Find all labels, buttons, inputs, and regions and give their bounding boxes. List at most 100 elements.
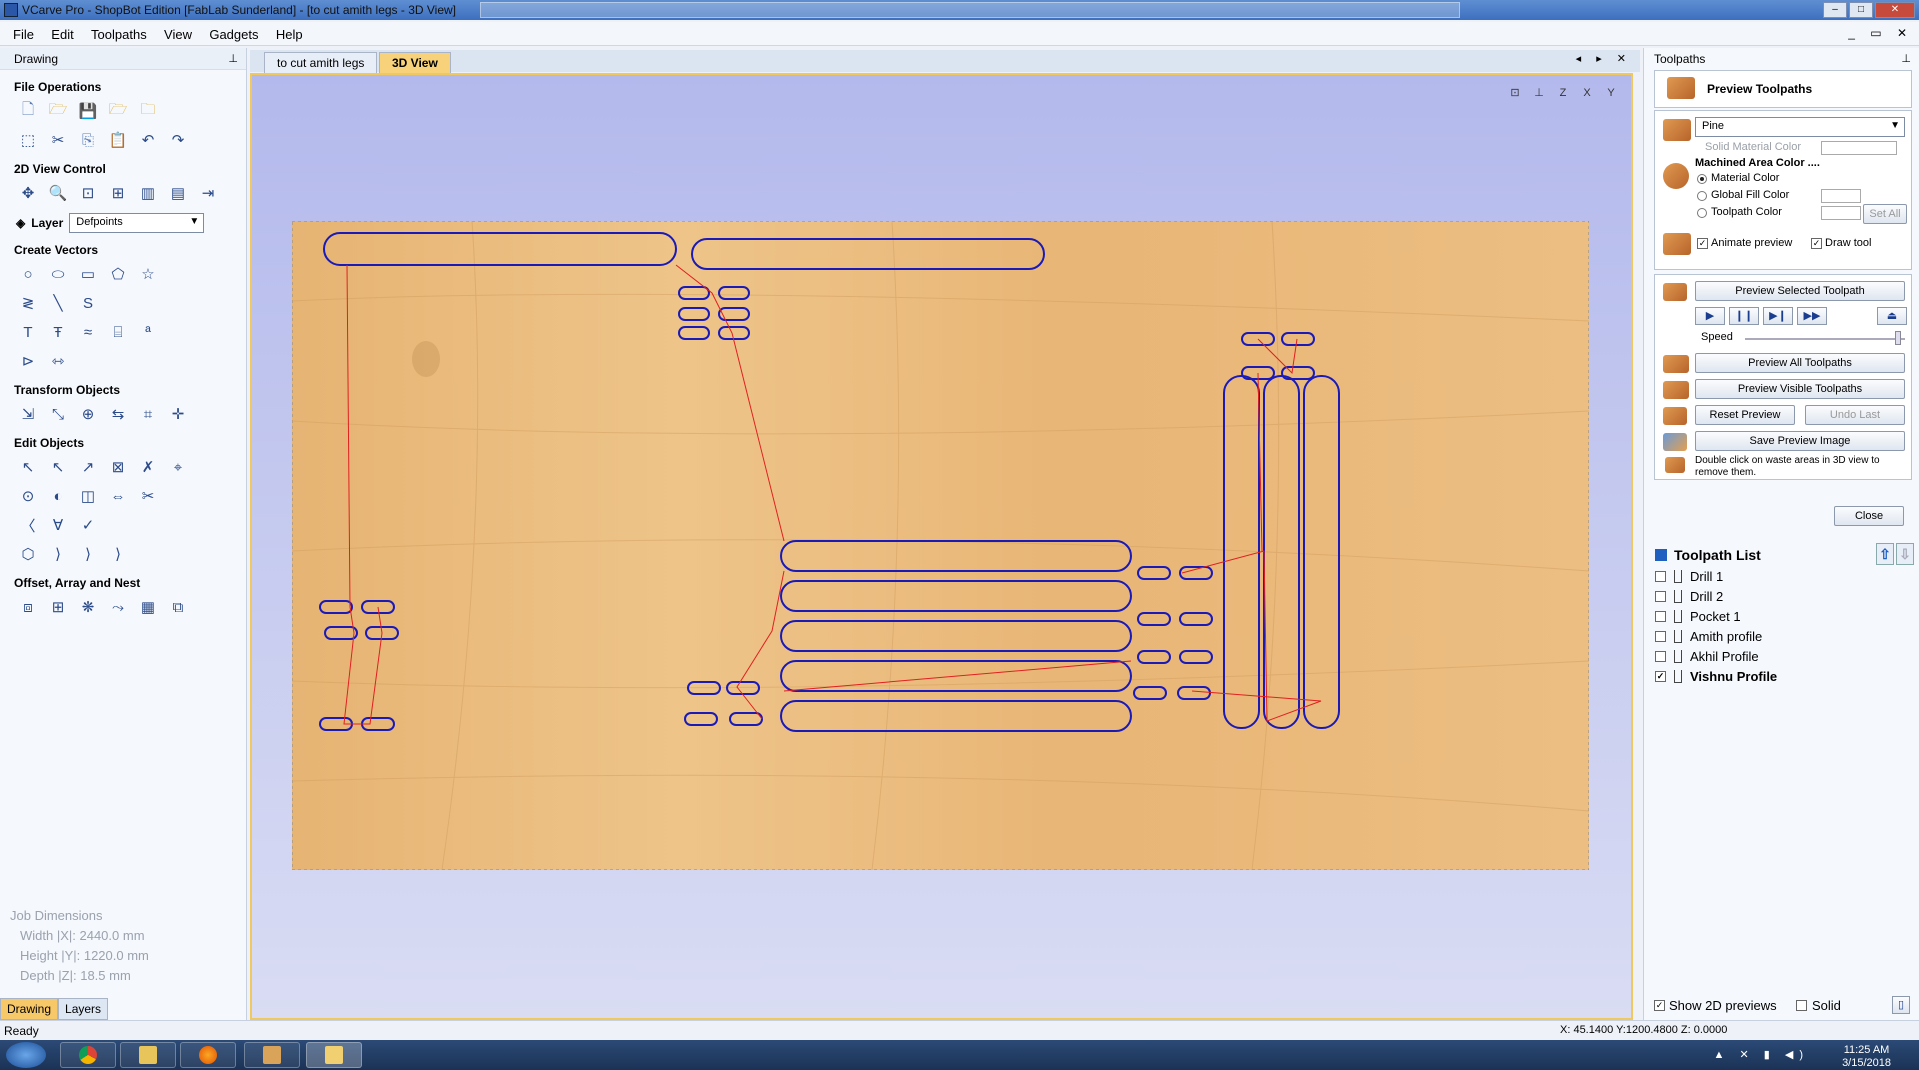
weld-icon[interactable]: ⊙ [16, 484, 40, 508]
toolpath-checkbox[interactable]: ✓ [1655, 671, 1666, 682]
import-bitmap-icon[interactable]: 🗀 [136, 99, 160, 123]
move-up-icon[interactable]: ⇧ [1876, 543, 1894, 565]
mdi-window-controls[interactable]: _ ▭ ✕ [1848, 26, 1913, 40]
pause-icon[interactable]: ❙❙ [1729, 307, 1759, 325]
measure-icon[interactable]: ⌖ [166, 455, 190, 479]
save-icon[interactable]: 💾 [76, 99, 100, 123]
toolpath-checkbox[interactable] [1655, 591, 1666, 602]
offset-icon[interactable]: ⧈ [16, 595, 40, 619]
step-forward-icon[interactable]: ▶❙ [1763, 307, 1793, 325]
z-axis-icon[interactable]: Z [1552, 83, 1574, 103]
menu-toolpaths[interactable]: Toolpaths [84, 22, 154, 47]
x-axis-icon[interactable]: X [1576, 83, 1598, 103]
view-layout-icon[interactable]: ▥ [136, 181, 160, 205]
intersect-icon[interactable]: ◫ [76, 484, 100, 508]
subtract-icon[interactable]: ◐ [46, 484, 70, 508]
fit-icon[interactable]: ⊡ [1504, 83, 1526, 103]
paste-icon[interactable]: 📋 [106, 128, 130, 152]
close-vector-icon[interactable]: ⟩ [76, 542, 100, 566]
text-box-icon[interactable]: Ŧ [46, 320, 70, 344]
toolpath-item[interactable]: Drill 2 [1652, 587, 1914, 607]
toolpath-item[interactable]: Drill 1 [1652, 567, 1914, 587]
dimension-line-icon[interactable]: ⇿ [46, 349, 70, 373]
auto-layout-text-icon[interactable]: ⌸ [106, 320, 130, 344]
select-icon[interactable]: ↖ [16, 455, 40, 479]
pin-icon[interactable]: ⊥ [1901, 52, 1911, 65]
toolpath-checkbox[interactable] [1655, 651, 1666, 662]
pan-icon[interactable]: ✥ [16, 181, 40, 205]
play-icon[interactable]: ▶ [1695, 307, 1725, 325]
menu-edit[interactable]: Edit [44, 22, 80, 47]
trim-icon[interactable]: ✂ [136, 484, 160, 508]
reset-preview-button[interactable]: Reset Preview [1695, 405, 1795, 425]
layer-select[interactable]: Defpoints ▼ [69, 213, 205, 233]
ungroup-icon[interactable]: ⟩ [46, 542, 70, 566]
undo-last-button[interactable]: Undo Last [1805, 405, 1905, 425]
zoom-icon[interactable]: 🔍 [46, 181, 70, 205]
toolpath-item[interactable]: Akhil Profile [1652, 647, 1914, 667]
explorer-taskbar-icon[interactable] [120, 1042, 176, 1068]
preview-visible-button[interactable]: Preview Visible Toolpaths [1695, 379, 1905, 399]
smooth-icon[interactable]: ⟩ [106, 542, 130, 566]
clock[interactable]: 11:25 AM 3/15/2018 [1842, 1044, 1891, 1070]
circular-copy-icon[interactable]: ❋ [76, 595, 100, 619]
join-icon[interactable]: ⇔ [106, 484, 130, 508]
vcarve-taskbar-icon[interactable] [244, 1042, 300, 1068]
move-down-icon[interactable]: ⇩ [1896, 543, 1914, 565]
toolpath-checkbox[interactable] [1655, 611, 1666, 622]
toolpath-item[interactable]: Pocket 1 [1652, 607, 1914, 627]
ellipse-icon[interactable]: ⬭ [46, 262, 70, 286]
solid-checkbox[interactable] [1796, 1000, 1807, 1011]
start-button[interactable] [6, 1042, 46, 1068]
fillet-icon[interactable]: ∀ [46, 513, 70, 537]
menu-file[interactable]: File [6, 22, 41, 47]
star-icon[interactable]: ☆ [136, 262, 160, 286]
tab-2d-view[interactable]: to cut amith legs [264, 52, 378, 74]
global-fill-color-select[interactable] [1821, 189, 1861, 203]
circle-icon[interactable]: ○ [16, 262, 40, 286]
block-copy-icon[interactable]: ⊞ [46, 595, 70, 619]
vcarve-active-taskbar-icon[interactable] [306, 1042, 362, 1068]
material-board[interactable] [292, 221, 1589, 870]
menu-view[interactable]: View [157, 22, 199, 47]
animate-preview-checkbox[interactable]: ✓ [1697, 238, 1708, 249]
polyline-icon[interactable]: ≷ [16, 291, 40, 315]
chrome-taskbar-icon[interactable] [60, 1042, 116, 1068]
delete-icon[interactable]: ✗ [136, 455, 160, 479]
interactive-select-icon[interactable]: ⊠ [106, 455, 130, 479]
copy-icon[interactable]: ⎘ [76, 128, 100, 152]
preview-selected-button[interactable]: Preview Selected Toolpath [1695, 281, 1905, 301]
skip-to-end-icon[interactable]: ⏏ [1877, 307, 1907, 325]
text-arc-icon[interactable]: ª [136, 320, 160, 344]
text-on-curve-icon[interactable]: ≈ [76, 320, 100, 344]
3d-viewport[interactable]: ⊡ ⊥ Z X Y [250, 73, 1633, 1020]
toolpath-summary-icon[interactable]: ▯ [1892, 996, 1910, 1014]
move-icon[interactable]: ⇲ [16, 402, 40, 426]
menu-help[interactable]: Help [269, 22, 310, 47]
text-icon[interactable]: T [16, 320, 40, 344]
tab-navigation[interactable]: ◂ ▸ ✕ [1576, 52, 1632, 65]
pin-icon[interactable]: ⊥ [228, 52, 238, 65]
zoom-extents-icon[interactable]: ⊡ [76, 181, 100, 205]
close-button[interactable]: Close [1834, 506, 1904, 526]
material-color-radio[interactable] [1697, 174, 1707, 184]
scale-icon[interactable]: ⤡ [46, 402, 70, 426]
material-select[interactable]: Pine ▼ [1695, 117, 1905, 137]
draw-tool-checkbox[interactable]: ✓ [1811, 238, 1822, 249]
distort-icon[interactable]: ⌗ [136, 402, 160, 426]
save-preview-image-button[interactable]: Save Preview Image [1695, 431, 1905, 451]
curve-fit-icon[interactable]: 〈 [16, 513, 40, 537]
polygon-icon[interactable]: ⬠ [106, 262, 130, 286]
mirror-icon[interactable]: ⇆ [106, 402, 130, 426]
nest-icon[interactable]: ⧉ [166, 595, 190, 619]
align-icon[interactable]: ⊕ [76, 402, 100, 426]
command-search-box[interactable] [480, 2, 1460, 18]
job-setup-icon[interactable]: ⬚ [16, 128, 40, 152]
close-window-button[interactable]: ✕ [1875, 2, 1915, 18]
solid-color-select[interactable] [1821, 141, 1897, 155]
transform-select-icon[interactable]: ↗ [76, 455, 100, 479]
cut-icon[interactable]: ✂ [46, 128, 70, 152]
undo-icon[interactable]: ↶ [136, 128, 160, 152]
new-file-icon[interactable]: 🗋 [16, 99, 40, 123]
curve-icon[interactable]: S [76, 291, 100, 315]
